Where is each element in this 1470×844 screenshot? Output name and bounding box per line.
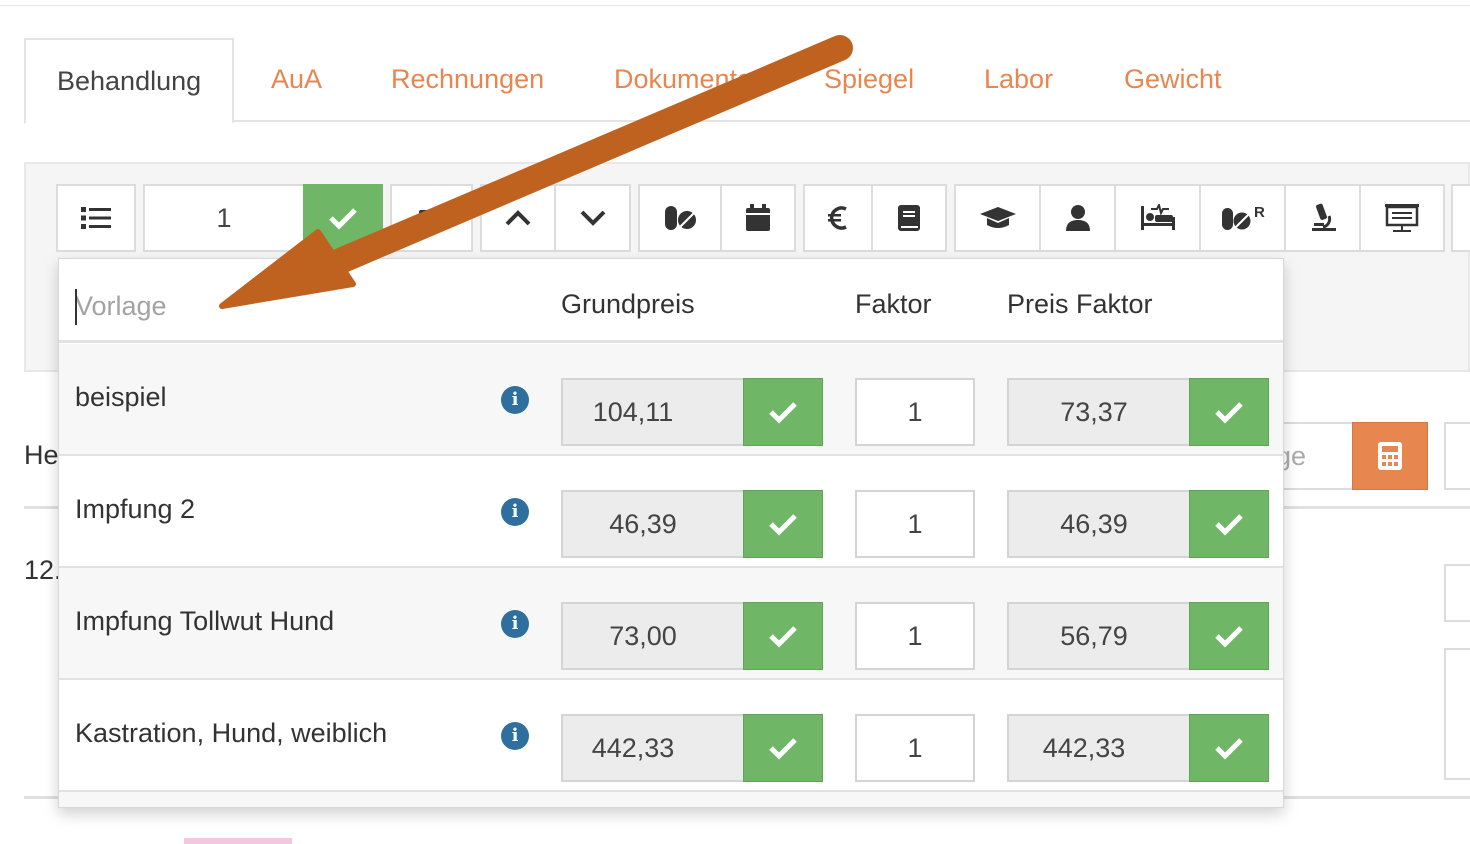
inpatient-button[interactable] [1114, 184, 1201, 252]
book-icon [898, 205, 920, 231]
apply-grundpreis-button[interactable] [743, 378, 823, 446]
dropdown-header: Grundpreis Faktor Preis Faktor [59, 259, 1283, 343]
tab-bar: Behandlung AuA Rechnungen Dokumente Spie… [24, 38, 1470, 124]
tab-labor[interactable]: Labor [984, 38, 1053, 122]
calculator-icon [1378, 442, 1402, 470]
user-icon [1065, 205, 1090, 231]
tab-behandlung[interactable]: Behandlung [24, 38, 235, 124]
background-marker [184, 838, 292, 844]
background-edge-field[interactable] [1444, 422, 1470, 490]
euro-icon [828, 206, 847, 230]
background-edge-field-3[interactable] [1444, 648, 1470, 780]
apply-preis-faktor-button[interactable] [1189, 602, 1269, 670]
move-up-button[interactable] [480, 184, 556, 252]
preis-faktor-field[interactable]: 46,39 [1007, 490, 1191, 558]
price-button[interactable] [803, 184, 873, 252]
template-name: Kastration, Hund, weiblich [75, 718, 388, 748]
template-name: Impfung 2 [75, 494, 196, 524]
grundpreis-field[interactable]: 104,11 [561, 378, 745, 446]
client-button[interactable] [1039, 184, 1116, 252]
calendar-button[interactable] [720, 184, 796, 252]
hospital-bed-icon [1140, 204, 1175, 230]
move-down-button[interactable] [554, 184, 631, 252]
check-icon [1215, 514, 1243, 536]
training-button[interactable] [954, 184, 1041, 252]
column-header-grundpreis: Grundpreis [561, 289, 695, 319]
quantity-input[interactable]: 1 [143, 184, 305, 252]
list-button[interactable] [56, 184, 136, 252]
background-label-date: 12. [24, 555, 62, 585]
background-label-he: He [24, 440, 59, 470]
info-icon[interactable]: i [501, 610, 529, 638]
graduation-cap-icon [979, 207, 1016, 228]
faktor-input[interactable]: 1 [855, 490, 975, 558]
tab-rechnungen[interactable]: Rechnungen [391, 38, 544, 122]
check-icon [769, 514, 797, 536]
apply-preis-faktor-button[interactable] [1189, 714, 1269, 782]
check-icon [1215, 402, 1243, 424]
calculator-button[interactable] [1352, 422, 1428, 490]
prescription-button[interactable]: R [1199, 184, 1286, 252]
pills-r-icon: R [1221, 204, 1265, 230]
template-row[interactable]: Kastration, Hund, weiblich i 442,33 1 44… [59, 680, 1283, 792]
grundpreis-field[interactable]: 73,00 [561, 602, 745, 670]
presentation-icon [1385, 204, 1419, 232]
check-icon [1215, 738, 1243, 760]
grundpreis-field[interactable]: 442,33 [561, 714, 745, 782]
chevron-down-icon [580, 210, 605, 226]
background-edge-field-2[interactable] [1444, 564, 1470, 622]
preis-faktor-field[interactable]: 442,33 [1007, 714, 1191, 782]
keyboard-icon [418, 210, 445, 226]
column-header-preis-faktor: Preis Faktor [1007, 289, 1153, 319]
medication-button[interactable] [638, 184, 722, 252]
template-search-input[interactable] [75, 283, 515, 329]
template-row[interactable]: beispiel i 104,11 1 73,37 [59, 344, 1283, 456]
grundpreis-field[interactable]: 46,39 [561, 490, 745, 558]
pills-icon [665, 206, 696, 230]
faktor-input[interactable]: 1 [855, 602, 975, 670]
faktor-input[interactable]: 1 [855, 714, 975, 782]
info-icon[interactable]: i [501, 498, 529, 526]
chevron-up-icon [505, 210, 531, 226]
column-header-faktor: Faktor [855, 289, 932, 319]
tab-gewicht[interactable]: Gewicht [1124, 38, 1222, 122]
preis-faktor-field[interactable]: 56,79 [1007, 602, 1191, 670]
text-caret [75, 289, 77, 325]
catalog-button[interactable] [871, 184, 947, 252]
apply-preis-faktor-button[interactable] [1189, 490, 1269, 558]
check-icon [329, 208, 357, 230]
check-icon [769, 626, 797, 648]
faktor-input[interactable]: 1 [855, 378, 975, 446]
template-name: beispiel [75, 382, 167, 412]
toolbar-overflow-button[interactable] [1451, 184, 1470, 252]
preis-faktor-field[interactable]: 73,37 [1007, 378, 1191, 446]
confirm-quantity-button[interactable] [303, 184, 383, 252]
toolbar-button-hidden[interactable] [390, 184, 473, 252]
check-icon [769, 402, 797, 424]
template-dropdown: Grundpreis Faktor Preis Faktor beispiel … [58, 258, 1284, 808]
apply-grundpreis-button[interactable] [743, 490, 823, 558]
calendar-icon [746, 204, 770, 231]
lab-button[interactable] [1284, 184, 1361, 252]
info-icon[interactable]: i [501, 722, 529, 750]
rx-superscript: R [1254, 204, 1265, 221]
template-row-partial[interactable] [59, 792, 1283, 807]
top-divider [0, 5, 1470, 6]
tab-aua[interactable]: AuA [271, 38, 322, 122]
presentation-button[interactable] [1359, 184, 1445, 252]
check-icon [769, 738, 797, 760]
tab-spiegel[interactable]: Spiegel [824, 38, 914, 122]
check-icon [1215, 626, 1243, 648]
template-name: Impfung Tollwut Hund [75, 606, 335, 636]
apply-grundpreis-button[interactable] [743, 714, 823, 782]
template-row[interactable]: Impfung Tollwut Hund i 73,00 1 56,79 [59, 568, 1283, 680]
template-row[interactable]: Impfung 2 i 46,39 1 46,39 [59, 456, 1283, 568]
info-icon[interactable]: i [501, 386, 529, 414]
apply-grundpreis-button[interactable] [743, 602, 823, 670]
microscope-icon [1311, 203, 1336, 231]
tab-dokumente[interactable]: Dokumente [614, 38, 752, 122]
list-icon [81, 207, 111, 229]
apply-preis-faktor-button[interactable] [1189, 378, 1269, 446]
